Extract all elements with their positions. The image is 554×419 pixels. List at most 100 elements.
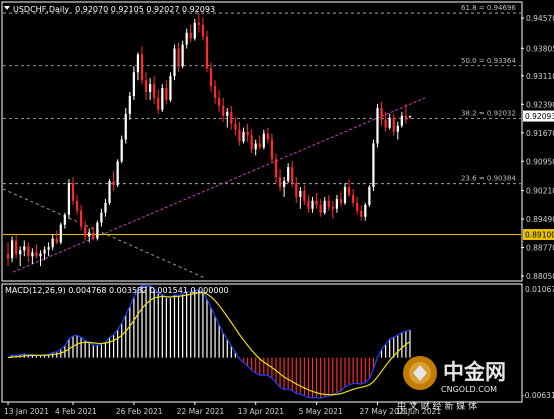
candle-body: [331, 206, 334, 209]
macd-axis-top: 0.01067: [525, 285, 554, 294]
candle-body: [388, 117, 391, 128]
candle: [59, 222, 62, 245]
price-tick-label: 0.88770: [526, 244, 554, 253]
candle-body: [185, 32, 188, 45]
candle-body: [108, 181, 111, 203]
candle-body: [242, 131, 245, 142]
ohlc-values: 0.92070 0.92105 0.92027 0.92093: [75, 5, 215, 14]
forex-chart-window[interactable]: 61.8 = 0.94696 50.0 = 0.93364 38.2 = 0.920…: [0, 0, 554, 419]
candle-body: [226, 111, 229, 116]
candle-body: [96, 222, 99, 239]
candle-body: [124, 113, 127, 140]
candle-body: [291, 167, 294, 184]
candle-body: [352, 194, 355, 203]
candle-body: [181, 44, 184, 67]
date-label: 22 Mar 2021: [177, 407, 225, 416]
price-tick-label: 0.93805: [526, 44, 554, 53]
price-tick-label: 0.93110: [526, 72, 554, 81]
candle-body: [270, 139, 274, 160]
candle-body: [250, 135, 253, 150]
candle-body: [15, 240, 18, 255]
candle-body: [282, 181, 286, 188]
candle-body: [400, 115, 403, 126]
candle-body: [262, 133, 265, 148]
candle-body: [55, 238, 58, 243]
candle-body: [75, 200, 79, 211]
price-tick-label: 0.91670: [526, 129, 554, 138]
candle: [169, 72, 172, 102]
candle-body: [213, 86, 217, 98]
date-label: 4 Feb 2021: [55, 407, 97, 416]
candle-body: [238, 129, 241, 142]
candle-body: [165, 88, 168, 100]
candle: [372, 139, 375, 191]
candle-body: [71, 183, 75, 201]
candle: [173, 44, 176, 81]
candle-body: [31, 252, 34, 257]
candle-body: [266, 133, 269, 140]
candle-body: [104, 202, 107, 213]
candle-body: [39, 253, 42, 257]
candle-body: [43, 249, 46, 254]
candle-body: [6, 254, 10, 259]
candle-body: [67, 183, 71, 215]
candle-body: [132, 72, 136, 96]
price-tick-label: 0.94570: [526, 14, 554, 23]
candle-body: [197, 22, 200, 25]
candle-body: [335, 198, 339, 209]
candle-body: [376, 107, 379, 144]
candle-body: [19, 250, 22, 255]
candle: [116, 159, 119, 188]
candle-body: [218, 97, 221, 106]
candle-body: [299, 190, 302, 197]
candle-body: [311, 200, 314, 209]
brand-name: 中金网: [443, 360, 506, 384]
candle-body: [339, 198, 343, 203]
date-label: 26 Feb 2021: [116, 407, 163, 416]
candle-body: [84, 226, 87, 237]
candle-body: [177, 48, 180, 67]
candle-body: [274, 159, 278, 178]
candle-body: [47, 247, 50, 250]
price-tick-label: 0.90950: [526, 157, 554, 166]
candle-body: [408, 116, 412, 118]
brand-domain: CNGOLD.COM: [441, 385, 497, 394]
candle: [67, 179, 71, 219]
price-tick-label: 0.89490: [526, 215, 554, 224]
candle-body: [295, 183, 298, 197]
candle-body: [92, 232, 95, 239]
candle-body: [161, 88, 164, 110]
candle-body: [59, 224, 62, 243]
candle-body: [10, 240, 14, 259]
candle-body: [396, 125, 399, 132]
candle-body: [189, 32, 192, 39]
candle-body: [100, 212, 103, 223]
macd-label: MACD(12,26,9) 0.004768 0.003582 0.001541…: [5, 286, 229, 295]
candle-body: [356, 202, 359, 211]
candle-body: [278, 177, 282, 188]
candle: [181, 40, 184, 69]
candle: [108, 179, 111, 205]
candle-body: [120, 139, 123, 162]
candle-body: [323, 200, 326, 213]
candle-body: [27, 246, 30, 257]
date-label: 5 May 2021: [299, 407, 343, 416]
candle-body: [35, 252, 38, 257]
candle-body: [246, 131, 249, 136]
candle-body: [372, 143, 375, 188]
candle: [120, 135, 123, 164]
candle-body: [63, 214, 66, 225]
candle-body: [136, 54, 140, 73]
candle-body: [368, 187, 371, 205]
macd-axis-bottom: -0.006312: [522, 391, 554, 400]
candle-body: [315, 200, 318, 205]
candle: [376, 103, 379, 148]
fib-label: 50.0 = 0.93364: [461, 57, 516, 65]
candle-body: [319, 204, 322, 213]
candle-body: [23, 246, 26, 251]
candle-body: [404, 115, 408, 120]
candle-body: [51, 238, 54, 248]
candle-body: [287, 167, 290, 182]
current-price-tag: 0.92093: [525, 112, 554, 121]
candle-body: [364, 204, 367, 217]
